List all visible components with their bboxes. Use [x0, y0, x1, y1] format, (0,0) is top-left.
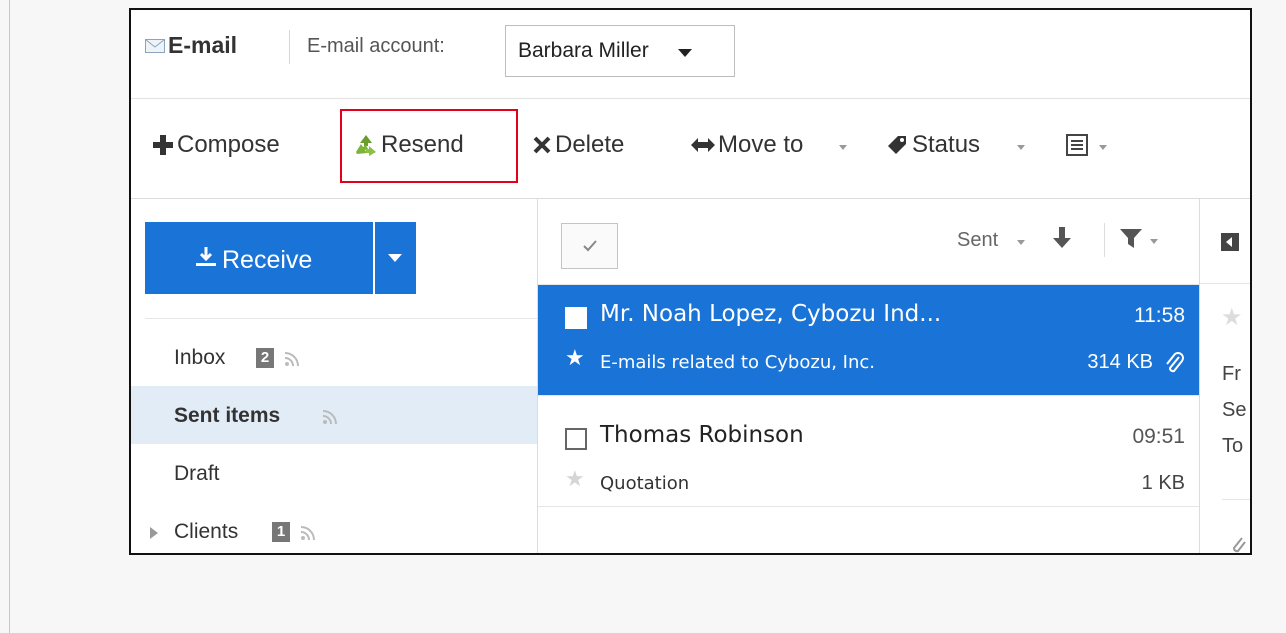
message-size: 1 KB — [1141, 472, 1185, 494]
folder-label: Sent items — [174, 404, 281, 427]
star-icon[interactable]: ★ — [1221, 303, 1243, 332]
message-time: 09:51 — [1132, 425, 1185, 448]
chevron-down-icon — [388, 254, 402, 262]
message-sender: Thomas Robinson — [600, 422, 804, 448]
message-size: 314 KB — [1087, 351, 1153, 373]
preview-from-label: Fr — [1222, 363, 1241, 385]
select-all-checkbox[interactable] — [561, 223, 618, 269]
folder-label: Clients — [174, 520, 239, 543]
sidebar-item-inbox[interactable]: Inbox 2 — [131, 328, 537, 386]
star-icon[interactable]: ★ — [565, 345, 585, 371]
envelope-icon — [145, 39, 165, 53]
sort-field-dropdown[interactable]: Sent — [957, 229, 998, 252]
folder-label: Inbox — [174, 346, 226, 369]
expand-triangle-icon[interactable] — [150, 527, 158, 539]
horizontal-arrows-icon — [691, 138, 715, 152]
sort-descending-icon[interactable] — [1052, 227, 1072, 249]
compose-button[interactable]: Compose — [153, 99, 321, 198]
message-subject: E-mails related to Cybozu, Inc. — [600, 352, 876, 373]
message-row[interactable]: Thomas Robinson 09:51 ★ Quotation 1 KB — [538, 406, 1199, 516]
sidebar-item-sent-items[interactable]: Sent items — [131, 386, 537, 444]
resend-highlight-box — [340, 109, 518, 183]
filter-icon[interactable] — [1120, 229, 1142, 249]
star-icon[interactable]: ★ — [565, 466, 585, 492]
compose-label: Compose — [177, 131, 280, 158]
message-list: Sent Mr. Noah Lopez, Cybozu Ind... 11:58… — [538, 199, 1200, 553]
receive-button[interactable]: Receive — [145, 222, 373, 294]
account-value: Barbara Miller — [518, 39, 649, 62]
rss-feed-icon — [301, 526, 315, 540]
preview-sent-label: Se — [1222, 399, 1247, 421]
delete-button[interactable]: Delete — [533, 99, 659, 198]
unread-count-badge: 1 — [272, 522, 290, 542]
unread-count-badge: 2 — [256, 348, 274, 368]
message-checkbox[interactable] — [565, 428, 587, 450]
receive-label: Receive — [222, 246, 313, 274]
message-subject: Quotation — [600, 473, 690, 494]
move-to-label: Move to — [718, 131, 804, 158]
header-divider — [289, 30, 290, 64]
sidebar-item-draft[interactable]: Draft — [131, 444, 537, 502]
status-label: Status — [912, 131, 981, 158]
message-time: 11:58 — [1134, 304, 1185, 327]
list-toolbar-divider — [1104, 223, 1105, 257]
list-menu-button[interactable] — [1066, 99, 1126, 198]
move-to-button[interactable]: Move to — [691, 99, 851, 198]
app-title: E-mail — [168, 32, 238, 58]
close-icon — [533, 136, 551, 154]
chevron-down-icon — [1150, 239, 1158, 244]
sidebar-item-clients[interactable]: Clients 1 — [131, 502, 537, 553]
chevron-down-icon — [1017, 145, 1025, 150]
message-divider — [538, 506, 1199, 507]
paperclip-icon — [1233, 537, 1246, 553]
paperclip-icon — [1166, 352, 1184, 373]
checkmark-icon — [583, 240, 597, 252]
chevron-down-icon — [1099, 145, 1107, 150]
preview-pane: ★ Fr Se To — [1200, 199, 1250, 553]
sidebar-divider — [145, 318, 537, 319]
delete-label: Delete — [555, 131, 625, 158]
list-menu-icon — [1066, 134, 1088, 156]
preview-divider — [1222, 499, 1250, 500]
email-app-window: E-mail E-mail account: Barbara Miller Co… — [129, 8, 1252, 555]
chevron-down-icon — [1017, 240, 1025, 245]
page-left-border — [9, 0, 10, 633]
preview-divider — [1200, 283, 1250, 284]
chevron-down-icon — [678, 49, 692, 57]
message-divider — [538, 395, 1199, 396]
toolbar: Compose Resend Delete Move to Status — [131, 99, 1250, 199]
preview-to-label: To — [1222, 435, 1244, 457]
message-row[interactable]: Mr. Noah Lopez, Cybozu Ind... 11:58 ★ E-… — [538, 285, 1199, 395]
rss-feed-icon — [285, 352, 299, 366]
status-button[interactable]: Status — [886, 99, 1032, 198]
app-header: E-mail E-mail account: Barbara Miller — [131, 10, 1250, 99]
account-label: E-mail account: — [307, 35, 445, 57]
message-sender: Mr. Noah Lopez, Cybozu Ind... — [600, 301, 942, 327]
download-icon — [196, 247, 216, 266]
receive-dropdown-button[interactable] — [375, 222, 416, 294]
tag-icon — [888, 136, 906, 154]
plus-icon — [153, 135, 173, 155]
expand-pane-icon[interactable] — [1221, 233, 1239, 251]
message-checkbox[interactable] — [565, 307, 587, 329]
folder-sidebar: Receive Inbox 2 Sent items Draft Clients… — [131, 199, 538, 553]
folder-label: Draft — [174, 462, 220, 485]
chevron-down-icon — [839, 145, 847, 150]
account-select[interactable]: Barbara Miller — [505, 25, 735, 77]
rss-feed-icon — [323, 410, 337, 424]
